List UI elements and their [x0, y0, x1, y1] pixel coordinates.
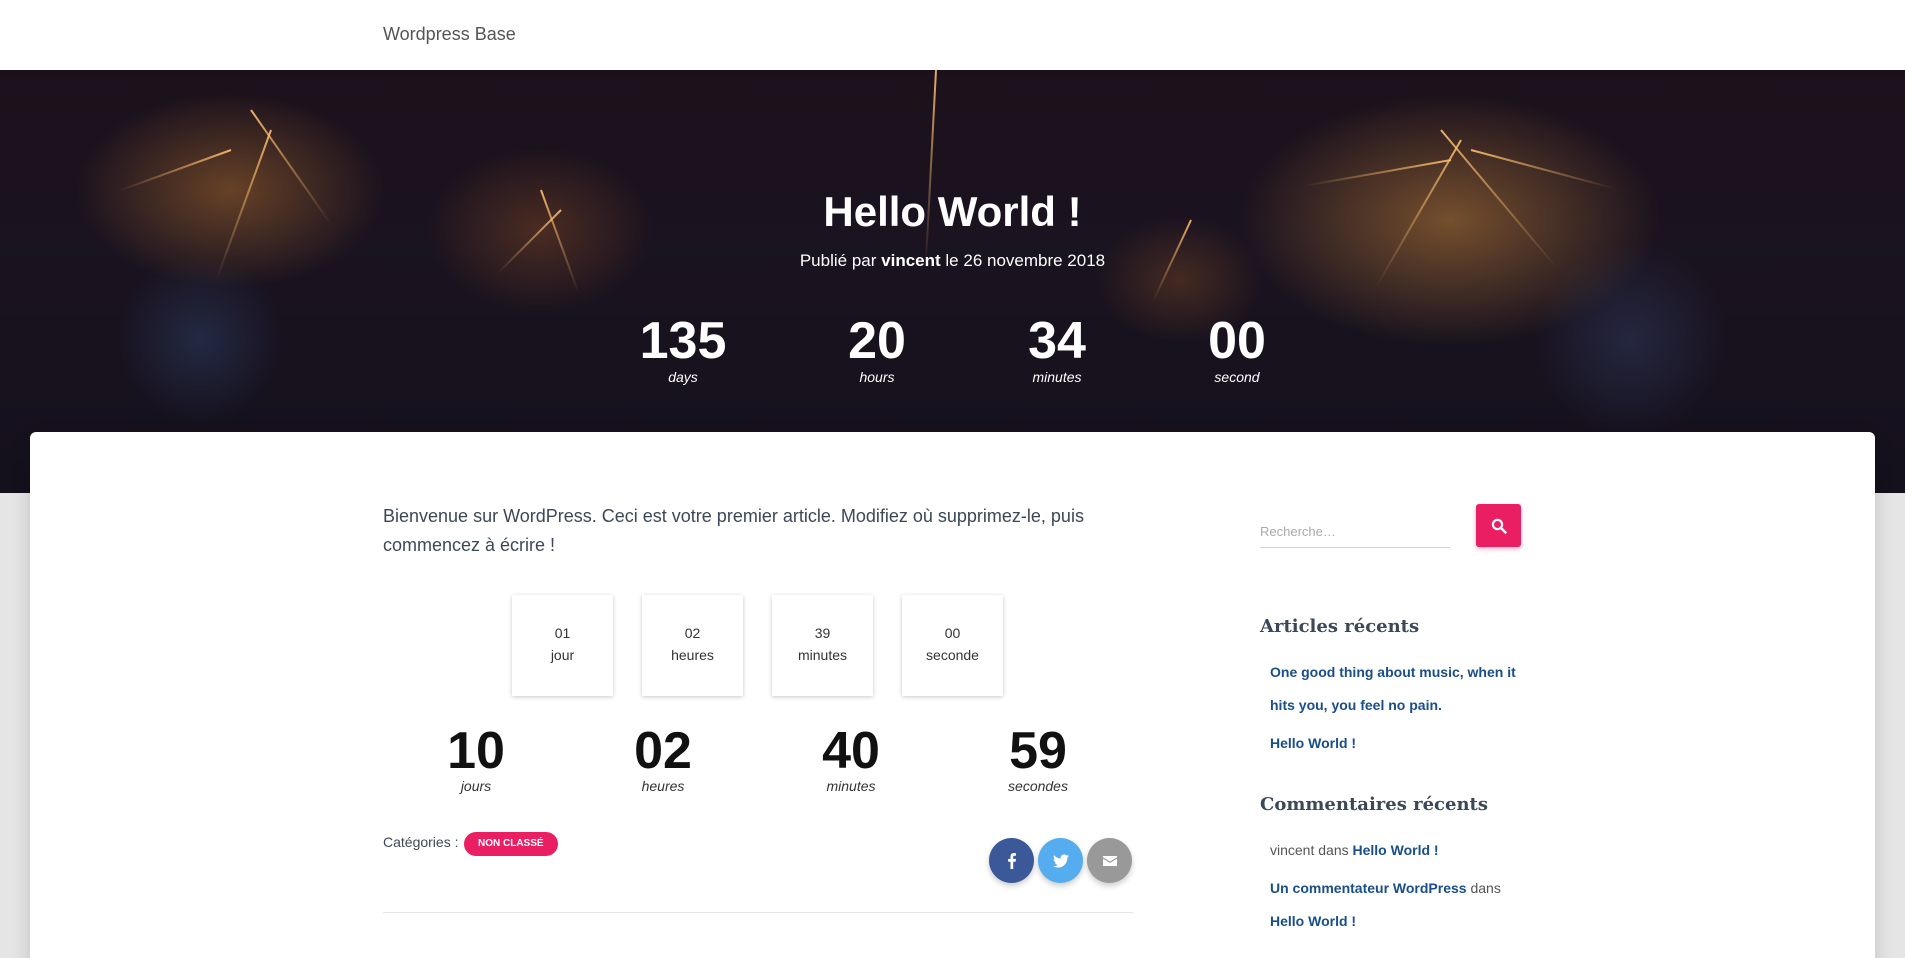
- hero-header: Hello World ! Publié par vincent le 26 n…: [0, 70, 1905, 493]
- countdown-box-value: 39: [814, 625, 831, 641]
- recent-comment-item: Un commentateur WordPress dans: [1270, 880, 1501, 896]
- search-icon: [1491, 518, 1507, 534]
- countdown-box-label: jour: [550, 647, 575, 663]
- comment-in: dans: [1470, 880, 1501, 896]
- countdown-box-label: heures: [671, 647, 714, 663]
- email-icon: [1102, 855, 1117, 866]
- countdown-value: 59: [1009, 722, 1067, 780]
- comment-author-link[interactable]: Un commentateur WordPress: [1270, 880, 1467, 896]
- share-facebook-button[interactable]: [989, 838, 1034, 883]
- recent-post-link[interactable]: hits you, you feel no pain.: [1270, 697, 1442, 713]
- comment-post-link[interactable]: Hello World !: [1270, 913, 1356, 929]
- recent-post-link[interactable]: One good thing about music, when it: [1270, 664, 1516, 680]
- countdown-label: days: [668, 369, 698, 385]
- post-divider: [383, 912, 1133, 913]
- comment-post-link[interactable]: Hello World !: [1353, 842, 1439, 858]
- countdown-label: hours: [859, 369, 895, 385]
- countdown-value: 02: [634, 722, 692, 780]
- hero-countdown-seconds: 00 second: [1167, 313, 1307, 385]
- countdown-box-value: 01: [554, 625, 571, 641]
- countdown-box-days: 01 jour: [512, 595, 613, 696]
- facebook-icon: [1007, 852, 1016, 869]
- countdown-value: 40: [822, 722, 880, 780]
- hero-countdown-days: 135 days: [613, 313, 753, 385]
- category-badge[interactable]: NON CLASSÉ: [464, 832, 558, 856]
- countdown-box-hours: 02 heures: [642, 595, 743, 696]
- comment-in: dans: [1318, 842, 1349, 858]
- countdown-label: heures: [641, 778, 685, 794]
- countdown-label: second: [1214, 369, 1260, 385]
- recent-post-link[interactable]: Hello World !: [1270, 735, 1356, 751]
- recent-comment-item: vincent dans Hello World !: [1270, 842, 1439, 858]
- countdown-box-minutes: 39 minutes: [772, 595, 873, 696]
- share-twitter-button[interactable]: [1038, 838, 1083, 883]
- hero-countdown-hours: 20 hours: [807, 313, 947, 385]
- countdown-box-label: seconde: [926, 647, 979, 663]
- search-input[interactable]: [1260, 516, 1450, 548]
- countdown-box-seconds: 00 seconde: [902, 595, 1003, 696]
- post-countdown-seconds: 59 secondes: [968, 724, 1108, 794]
- share-email-button[interactable]: [1087, 838, 1132, 883]
- countdown-value: 135: [639, 312, 727, 370]
- author-link[interactable]: vincent: [881, 251, 941, 270]
- post-intro-text: Bienvenue sur WordPress. Ceci est votre …: [383, 506, 1084, 555]
- countdown-box-value: 02: [684, 625, 701, 641]
- countdown-value: 00: [1208, 312, 1266, 370]
- countdown-value: 34: [1028, 312, 1086, 370]
- twitter-icon: [1052, 853, 1069, 868]
- countdown-label: minutes: [1032, 369, 1082, 385]
- comment-author: vincent: [1270, 842, 1315, 858]
- post-countdown-days: 10 jours: [406, 724, 546, 794]
- countdown-label: jours: [460, 778, 492, 794]
- countdown-value: 20: [848, 312, 906, 370]
- recent-comments-title: Commentaires récents: [1260, 794, 1488, 815]
- post-meta: Publié par vincent le 26 novembre 2018: [0, 251, 1905, 271]
- countdown-label: secondes: [1008, 778, 1068, 794]
- post-title: Hello World !: [823, 188, 1082, 235]
- post-countdown-minutes: 40 minutes: [781, 724, 921, 794]
- countdown-box-value: 00: [944, 625, 961, 641]
- meta-prefix: Publié par: [799, 251, 877, 270]
- countdown-box-label: minutes: [797, 647, 848, 663]
- countdown-value: 10: [447, 722, 505, 780]
- meta-date: le 26 novembre 2018: [945, 251, 1106, 270]
- site-title-link[interactable]: Wordpress Base: [383, 24, 516, 45]
- countdown-label: minutes: [826, 778, 876, 794]
- post-countdown-hours: 02 heures: [593, 724, 733, 794]
- recent-posts-title: Articles récents: [1260, 616, 1420, 637]
- hero-countdown-minutes: 34 minutes: [987, 313, 1127, 385]
- top-navbar: Wordpress Base: [0, 0, 1905, 70]
- search-button[interactable]: [1476, 504, 1521, 547]
- categories-label: Catégories :: [383, 834, 459, 850]
- hero-content: Hello World ! Publié par vincent le 26 n…: [0, 70, 1905, 493]
